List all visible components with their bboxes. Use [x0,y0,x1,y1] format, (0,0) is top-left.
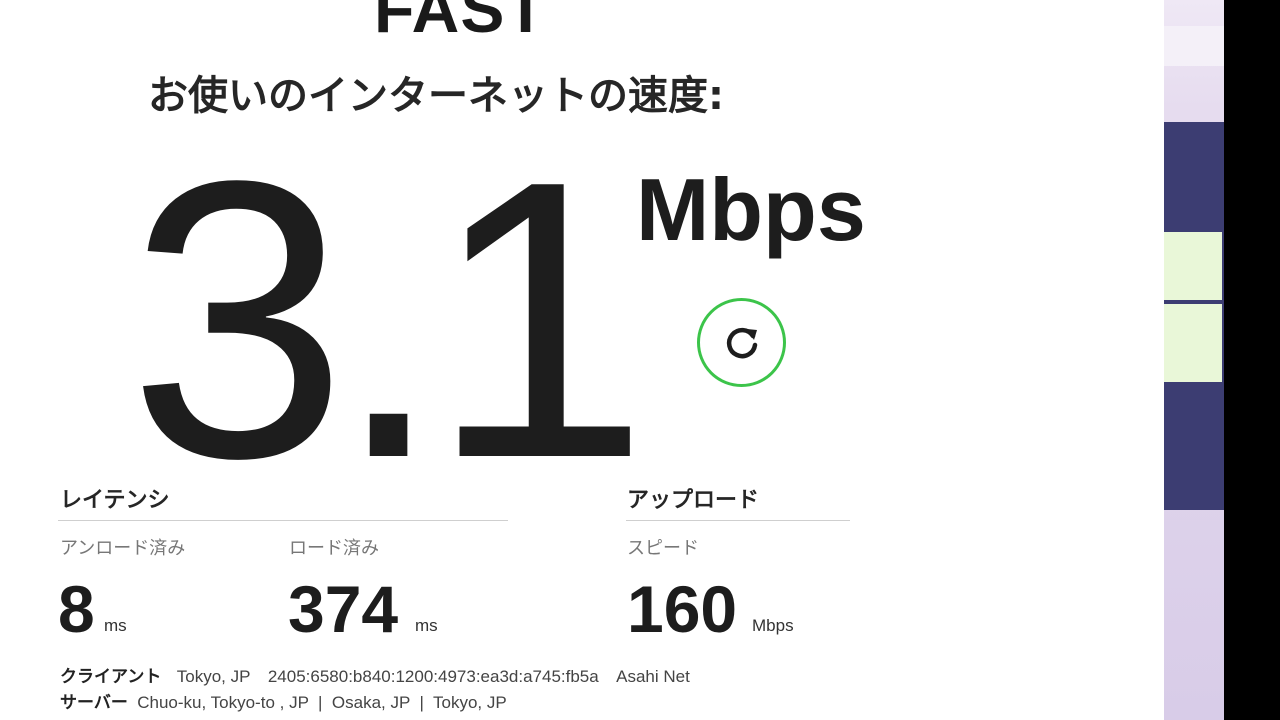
client-key: クライアント [60,667,162,687]
refresh-button[interactable] [697,298,786,387]
client-info: クライアント Tokyo, JP 2405:6580:b840:1200:497… [60,662,702,687]
loaded-latency-value: 374 [288,572,399,646]
server-locations: Chuo-ku, Tokyo-to , JP | Osaka, JP | Tok… [137,693,507,712]
refresh-icon [726,327,757,358]
unloaded-latency-label: アンロード済み [60,538,186,559]
fast-logo: FAST [374,0,547,40]
upload-speed-label: スピード [627,538,699,559]
loaded-latency-unit: ms [415,616,438,635]
client-location: Tokyo, JP [176,667,251,686]
unloaded-latency-unit: ms [104,616,127,635]
upload-title: アップロード [627,488,760,513]
upload-speed-value: 160 [627,572,738,646]
server-key: サーバー [60,693,128,713]
upload-speed-unit: Mbps [752,616,794,635]
upload-divider [626,520,850,521]
loaded-latency-label: ロード済み [289,538,379,559]
video-background [1164,26,1224,66]
unloaded-latency-value: 8 [58,572,95,646]
black-edge [1224,0,1280,720]
server-info: サーバー Chuo-ku, Tokyo-to , JP | Osaka, JP … [60,688,519,713]
latency-title: レイテンシ [60,488,170,513]
camera-video-strip [1164,0,1224,720]
client-ip: 2405:6580:b840:1200:4973:ea3d:a745:fb5a [267,667,599,686]
video-poster-panel [1164,232,1222,300]
client-isp: Asahi Net [616,667,690,686]
latency-divider [58,520,508,521]
download-speed-value: 3.1 [128,98,649,540]
download-speed-unit: Mbps [636,160,866,259]
video-poster-panel [1164,304,1222,382]
